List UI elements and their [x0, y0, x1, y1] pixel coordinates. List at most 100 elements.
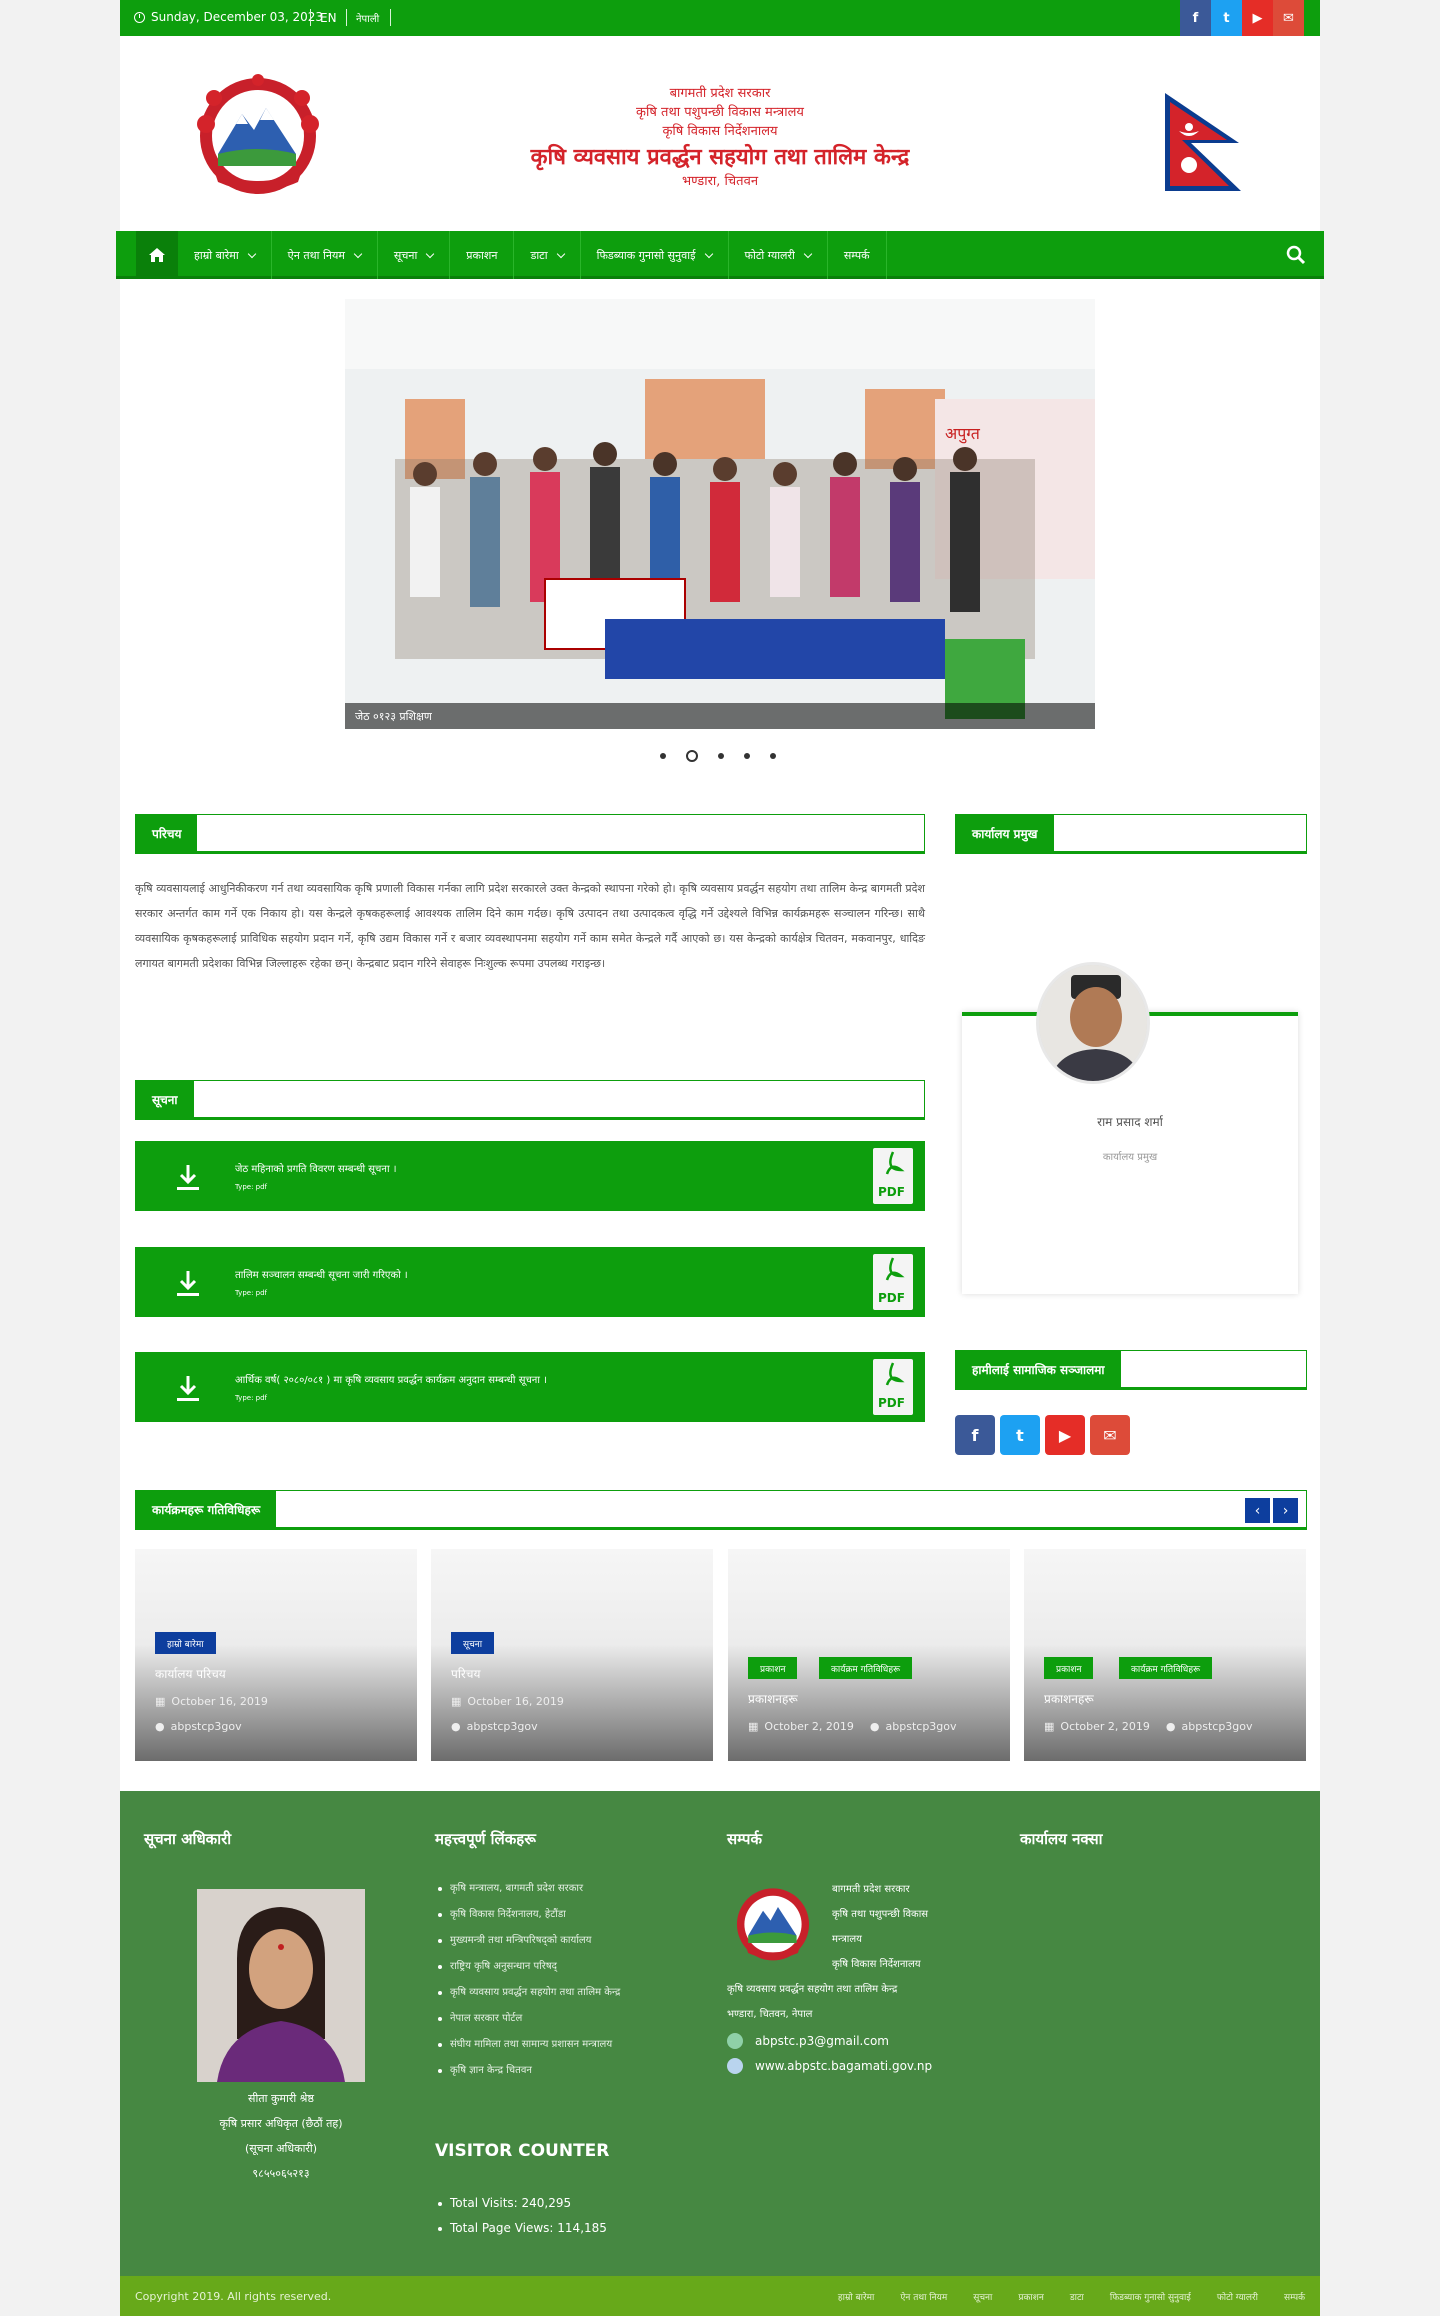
language-np-link[interactable]: नेपाली: [356, 11, 379, 25]
twitter-icon[interactable]: t: [1000, 1415, 1040, 1455]
news-card[interactable]: प्रकाशन कार्यक्रम गतिविधिहरू प्रकाशनहरू …: [1024, 1549, 1306, 1761]
footer-nav-link[interactable]: प्रकाशन: [1018, 2290, 1043, 2303]
copyright-text: Copyright 2019. All rights reserved.: [135, 2290, 332, 2303]
download-icon[interactable]: [175, 1269, 201, 1297]
notice-title[interactable]: जेठ महिनाको प्रगति विवरण सम्बन्धी सूचना …: [235, 1161, 397, 1175]
footer-nav-link[interactable]: सम्पर्क: [1284, 2290, 1305, 2303]
group-photo: अपुग्त: [345, 299, 1095, 729]
footer-nav-link[interactable]: फिडब्याक गुनासो सुनुवाई: [1110, 2290, 1191, 2303]
home-icon[interactable]: [136, 231, 178, 279]
nav-item-feedback[interactable]: फिडब्याक गुनासो सुनुवाई: [581, 231, 729, 279]
nav-label: प्रकाशन: [466, 248, 498, 262]
category-badge[interactable]: हाम्रो बारेमा: [155, 1632, 216, 1654]
notice-title[interactable]: आर्थिक वर्ष( २०८०/०८१ ) मा कृषि व्यवसाय …: [235, 1372, 547, 1386]
total-visits: Total Visits: 240,295: [438, 2191, 607, 2216]
language-en-link[interactable]: EN: [320, 11, 337, 25]
email-icon[interactable]: ✉: [1273, 0, 1304, 36]
youtube-icon[interactable]: ▶: [1242, 0, 1273, 36]
youtube-icon[interactable]: ▶: [1045, 1415, 1085, 1455]
news-card[interactable]: सूचना परिचय ▦ October 16, 2019 ● abpstcp3g…: [431, 1549, 713, 1761]
category-badge[interactable]: प्रकाशन: [1044, 1657, 1094, 1679]
news-card[interactable]: हाम्रो बारेमा कार्यालय परिचय ▦ October 16…: [135, 1549, 417, 1761]
pdf-icon[interactable]: PDF: [873, 1148, 913, 1204]
nav-item-gallery[interactable]: फोटो ग्यालरी: [729, 231, 828, 279]
notice-item[interactable]: जेठ महिनाको प्रगति विवरण सम्बन्धी सूचना …: [135, 1141, 925, 1211]
top-social-links: f t ▶ ✉: [1180, 0, 1304, 36]
footer-nav-link[interactable]: डाटा: [1070, 2290, 1084, 2303]
news-title[interactable]: परिचय: [451, 1665, 480, 1682]
footer-nav-link[interactable]: सूचना: [973, 2290, 992, 2303]
author-text[interactable]: abpstcp3gov: [171, 1720, 242, 1733]
nav-label: सूचना: [393, 248, 418, 262]
category-badge[interactable]: सूचना: [451, 1632, 495, 1654]
pdf-icon[interactable]: PDF: [873, 1359, 913, 1415]
category-badge[interactable]: प्रकाशन: [748, 1657, 798, 1679]
footer-nav-link[interactable]: हाम्रो बारेमा: [838, 2290, 875, 2303]
chevron-down-icon: [803, 249, 813, 258]
notice-item[interactable]: आर्थिक वर्ष( २०८०/०८१ ) मा कृषि व्यवसाय …: [135, 1352, 925, 1422]
nav-item-about[interactable]: हाम्रो बारेमा: [178, 231, 272, 279]
slider-dot[interactable]: [770, 753, 776, 759]
website-text[interactable]: www.abpstc.bagamati.gov.np: [755, 2059, 932, 2073]
footer-link[interactable]: कृषि मन्त्रालय, बागमती प्रदेश सरकार: [438, 1876, 620, 1902]
pdf-icon[interactable]: PDF: [873, 1254, 913, 1310]
author-text[interactable]: abpstcp3gov: [1182, 1720, 1253, 1733]
nav-label: सम्पर्क: [843, 248, 870, 262]
footer-link[interactable]: संघीय मामिला तथा सामान्य प्रशासन मन्त्रा…: [438, 2032, 620, 2058]
divider: [346, 9, 347, 26]
svg-text:अपुग्त: अपुग्त: [945, 424, 981, 444]
news-card[interactable]: प्रकाशन कार्यक्रम गतिविधिहरू प्रकाशनहरू …: [728, 1549, 1010, 1761]
office-location: भण्डारा, चितवन: [681, 174, 759, 189]
twitter-icon[interactable]: t: [1211, 0, 1242, 36]
search-icon[interactable]: [1286, 245, 1306, 265]
slider-dot[interactable]: [660, 753, 666, 759]
nav-item-notice[interactable]: सूचना: [378, 231, 451, 279]
footer-nav-link[interactable]: फोटो ग्यालरी: [1217, 2290, 1258, 2303]
category-badge[interactable]: कार्यक्रम गतिविधिहरू: [1119, 1657, 1213, 1679]
download-icon[interactable]: [175, 1163, 201, 1191]
footer-link[interactable]: राष्ट्रिय कृषि अनुसन्धान परिषद्: [438, 1954, 620, 1980]
footer-link[interactable]: नेपाल सरकार पोर्टल: [438, 2006, 620, 2032]
chevron-right-icon[interactable]: ›: [1273, 1498, 1298, 1523]
news-title[interactable]: कार्यालय परिचय: [155, 1665, 226, 1682]
nepal-emblem-logo[interactable]: [184, 74, 332, 200]
notice-heading: सूचना: [136, 1081, 194, 1117]
nav-item-contact[interactable]: सम्पर्क: [828, 231, 887, 279]
chevron-down-icon: [556, 249, 565, 258]
chevron-left-icon[interactable]: ‹: [1245, 1498, 1270, 1523]
nav-item-data[interactable]: डाटा: [514, 231, 581, 279]
globe-icon: [727, 2058, 743, 2074]
date-text: October 2, 2019: [764, 1720, 854, 1733]
image-slider[interactable]: अपुग्त जेठ ०१२३ प्रशिक्षण: [345, 299, 1095, 729]
facebook-icon[interactable]: f: [1180, 0, 1211, 36]
user-icon: ●: [451, 1720, 461, 1733]
nav-item-publication[interactable]: प्रकाशन: [450, 231, 515, 279]
category-badge[interactable]: कार्यक्रम गतिविधिहरू: [819, 1657, 913, 1679]
nav-item-acts[interactable]: ऐन तथा नियम: [272, 231, 378, 279]
news-title[interactable]: प्रकाशनहरू: [748, 1690, 798, 1707]
footer-link[interactable]: मुख्यमन्त्री तथा मन्त्रिपरिषद्को कार्याल…: [438, 1928, 620, 1954]
email-icon[interactable]: ✉: [1090, 1415, 1130, 1455]
footer-nav-link[interactable]: ऐन तथा नियम: [900, 2290, 947, 2303]
footer-link[interactable]: कृषि विकास निर्देशनालय, हेटौंडा: [438, 1902, 620, 1928]
contact-website: www.abpstc.bagamati.gov.np: [727, 2058, 932, 2074]
total-page-views: Total Page Views: 114,185: [438, 2216, 607, 2241]
clock-icon: [134, 11, 145, 23]
download-icon[interactable]: [175, 1374, 201, 1402]
footer-link[interactable]: कृषि व्यवसाय प्रवर्द्धन सहयोग तथा तालिम …: [438, 1980, 620, 2006]
slider-dot[interactable]: [744, 753, 750, 759]
email-text[interactable]: abpstc.p3@gmail.com: [755, 2034, 889, 2048]
slider-dot[interactable]: [718, 753, 724, 759]
notice-title[interactable]: तालिम सञ्चालन सम्बन्धी सूचना जारी गरिएको…: [235, 1267, 408, 1281]
news-title[interactable]: प्रकाशनहरू: [1044, 1690, 1094, 1707]
notice-heading-box: सूचना: [135, 1080, 925, 1120]
author-text[interactable]: abpstcp3gov: [886, 1720, 957, 1733]
facebook-icon[interactable]: f: [955, 1415, 995, 1455]
contact-line: मन्त्रालय: [832, 1934, 862, 1945]
slider-dot-active[interactable]: [686, 750, 698, 762]
footer-link[interactable]: कृषि ज्ञान केन्द्र चितवन: [438, 2058, 620, 2084]
carousel-controls: ‹ ›: [1245, 1498, 1298, 1523]
author-text[interactable]: abpstcp3gov: [467, 1720, 538, 1733]
top-bar: Sunday, December 03, 2023 EN नेपाली f t …: [120, 0, 1320, 36]
notice-item[interactable]: तालिम सञ्चालन सम्बन्धी सूचना जारी गरिएको…: [135, 1247, 925, 1317]
